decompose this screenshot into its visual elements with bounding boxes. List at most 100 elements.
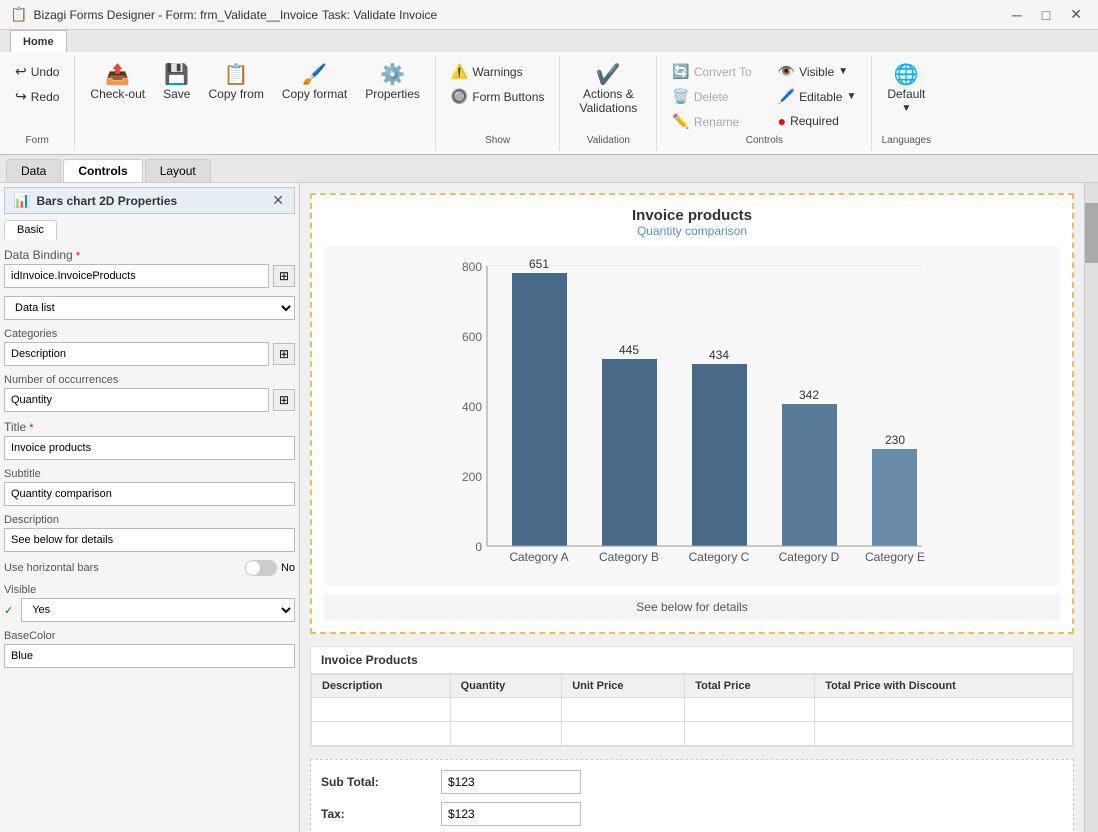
occurrences-field: Number of occurrences ⊞	[4, 374, 295, 412]
summary-section: Sub Total: Tax:	[310, 759, 1074, 832]
save-icon: 💾	[164, 65, 189, 85]
visible-select[interactable]: Yes No	[21, 598, 295, 622]
delete-button[interactable]: 🗑️ Delete	[665, 85, 758, 108]
table-row-empty-1	[312, 698, 1073, 722]
horizontal-bars-toggle[interactable]	[245, 560, 277, 576]
occurrences-row: ⊞	[4, 388, 295, 412]
svg-text:Category C: Category C	[689, 550, 750, 564]
warnings-button[interactable]: ⚠️ Warnings	[444, 60, 551, 83]
language-icon: 🌐	[894, 65, 919, 85]
data-list-select[interactable]: Data list	[4, 296, 295, 320]
title-input[interactable]	[4, 436, 295, 460]
panel-close-button[interactable]: ✕	[270, 192, 286, 209]
empty-cell	[685, 698, 815, 722]
minimize-button[interactable]: ─	[1006, 4, 1028, 25]
copy-format-button[interactable]: 🖌️ Copy format	[275, 60, 354, 106]
required-button[interactable]: ● Required	[771, 110, 864, 132]
ribbon-tools-buttons: 📤 Check-out 💾 Save 📋 Copy from 🖌️ Copy f…	[83, 60, 426, 106]
ribbon-content: ↩ Undo ↪ Redo Form 📤 Check-out	[0, 52, 1098, 154]
convert-to-button[interactable]: 🔄 Convert To	[665, 60, 758, 83]
close-button[interactable]: ✕	[1064, 4, 1088, 25]
occurrences-label: Number of occurrences	[4, 374, 295, 386]
ribbon-show-buttons: ⚠️ Warnings 🔘 Form Buttons	[444, 60, 551, 108]
data-binding-label: Data Binding	[4, 248, 295, 262]
empty-cell	[312, 722, 451, 746]
rename-button[interactable]: ✏️ Rename	[665, 110, 758, 133]
bar-chart-svg: 800 600 400 200 0 651	[334, 256, 1050, 576]
copy-from-button[interactable]: 📋 Copy from	[201, 60, 270, 106]
invoice-table-header-row: Description Quantity Unit Price Total Pr…	[312, 675, 1073, 698]
form-buttons-button[interactable]: 🔘 Form Buttons	[444, 85, 551, 108]
horizontal-bars-control: No	[245, 560, 295, 576]
chart-area: 800 600 400 200 0 651	[324, 246, 1060, 586]
occurrences-input[interactable]	[4, 388, 269, 412]
maximize-button[interactable]: □	[1036, 4, 1056, 25]
properties-button[interactable]: ⚙️ Properties	[358, 60, 427, 106]
chart-title: Invoice products	[324, 207, 1060, 224]
col-total-price-discount: Total Price with Discount	[815, 675, 1073, 698]
visible-field: Visible ✓ Yes No	[4, 584, 295, 622]
description-input[interactable]	[4, 528, 295, 552]
actions-validations-button[interactable]: ✔️ Actions & Validations	[568, 60, 648, 120]
panel-tab-basic[interactable]: Basic	[4, 220, 57, 240]
categories-row: ⊞	[4, 342, 295, 366]
language-dropdown-icon[interactable]: ▼	[901, 103, 911, 114]
default-language-button[interactable]: 🌐 Default ▼	[880, 60, 932, 119]
description-label: Description	[4, 514, 295, 526]
empty-cell	[815, 698, 1073, 722]
categories-browse-button[interactable]: ⊞	[273, 343, 295, 365]
ribbon-tabs: Home	[0, 30, 1098, 52]
languages-group-label: Languages	[880, 133, 932, 146]
col-total-price: Total Price	[685, 675, 815, 698]
subtotal-row: Sub Total:	[321, 770, 1063, 794]
empty-cell	[312, 698, 451, 722]
redo-button[interactable]: ↪ Redo	[8, 85, 66, 108]
ribbon-controls-buttons: 🔄 Convert To 🗑️ Delete ✏️ Rename 👁️	[665, 60, 863, 133]
save-button[interactable]: 💾 Save	[156, 60, 197, 106]
ribbon-undo-buttons: ↩ Undo ↪ Redo	[8, 60, 66, 108]
empty-cell	[450, 722, 562, 746]
svg-text:Category B: Category B	[599, 550, 659, 564]
base-color-label: BaseColor	[4, 630, 295, 642]
ribbon-show-col: ⚠️ Warnings 🔘 Form Buttons	[444, 60, 551, 108]
visible-check-icon: ✓	[4, 604, 13, 617]
tab-controls[interactable]: Controls	[63, 159, 142, 182]
visible-dropdown-icon[interactable]: ▼	[838, 66, 848, 77]
invoice-table-title: Invoice Products	[311, 647, 1073, 674]
tab-data[interactable]: Data	[6, 159, 61, 182]
occurrences-browse-button[interactable]: ⊞	[273, 389, 295, 411]
controls-group-label: Controls	[665, 133, 863, 146]
tab-layout[interactable]: Layout	[145, 159, 211, 182]
ribbon-languages-buttons: 🌐 Default ▼	[880, 60, 932, 119]
editable-dropdown-icon[interactable]: ▼	[846, 91, 856, 102]
title-bar-controls: ─ □ ✕	[1006, 4, 1088, 25]
panel-tabs: Basic	[4, 220, 295, 240]
base-color-input[interactable]	[4, 644, 295, 668]
undo-button[interactable]: ↩ Undo	[8, 60, 66, 83]
subtotal-input[interactable]	[441, 770, 581, 794]
horizontal-bars-value: No	[281, 562, 295, 574]
panel-header: 📊 Bars chart 2D Properties ✕	[4, 187, 295, 214]
invoice-table-section: Invoice Products Description Quantity Un…	[310, 646, 1074, 747]
col-unit-price: Unit Price	[562, 675, 685, 698]
ribbon-controls-col1: 🔄 Convert To 🗑️ Delete ✏️ Rename	[665, 60, 758, 133]
scroll-thumb[interactable]	[1085, 203, 1098, 263]
left-panel: 📊 Bars chart 2D Properties ✕ Basic Data …	[0, 183, 300, 832]
checkout-button[interactable]: 📤 Check-out	[83, 60, 152, 106]
ribbon-tab-home[interactable]: Home	[10, 30, 67, 52]
subtitle-input[interactable]	[4, 482, 295, 506]
ribbon-section-controls: 🔄 Convert To 🗑️ Delete ✏️ Rename 👁️	[657, 56, 872, 150]
svg-text:Category E: Category E	[865, 550, 925, 564]
editable-button[interactable]: 🖊️ Editable ▼	[771, 85, 864, 108]
svg-text:Category A: Category A	[509, 550, 568, 564]
bars-chart-icon: 📊	[13, 192, 30, 209]
chart-container: Invoice products Quantity comparison 800…	[310, 193, 1074, 634]
visible-button[interactable]: 👁️ Visible ▼	[771, 60, 864, 83]
ribbon-section-tools: 📤 Check-out 💾 Save 📋 Copy from 🖌️ Copy f…	[75, 56, 435, 150]
validations-icon: ✔️	[596, 65, 621, 85]
data-binding-input[interactable]	[4, 264, 269, 288]
right-scrollbar[interactable]	[1084, 183, 1098, 832]
tax-input[interactable]	[441, 802, 581, 826]
categories-input[interactable]	[4, 342, 269, 366]
data-binding-browse-button[interactable]: ⊞	[273, 265, 295, 287]
